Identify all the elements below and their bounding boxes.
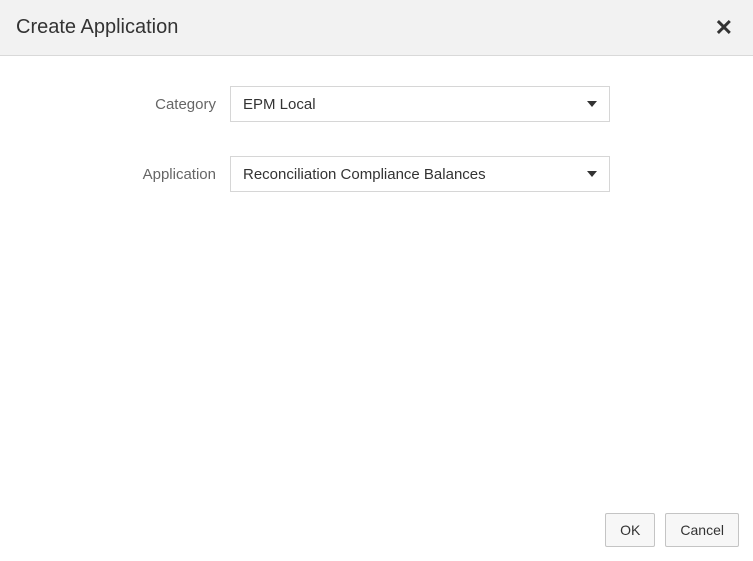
dialog-header: Create Application ✕: [0, 0, 753, 56]
cancel-button[interactable]: Cancel: [665, 513, 739, 547]
chevron-down-icon: [587, 171, 597, 177]
category-value: EPM Local: [243, 96, 316, 113]
dialog-title: Create Application: [16, 16, 178, 39]
application-control-wrap: Reconciliation Compliance Balances: [230, 156, 610, 192]
dialog-footer: OK Cancel: [0, 499, 753, 561]
application-label: Application: [20, 166, 230, 183]
ok-button[interactable]: OK: [605, 513, 655, 547]
create-application-dialog: Create Application ✕ Category EPM Local …: [0, 0, 753, 561]
close-icon[interactable]: ✕: [711, 17, 737, 39]
dialog-body: Category EPM Local Application Reconcili…: [0, 56, 753, 499]
category-row: Category EPM Local: [20, 86, 733, 122]
chevron-down-icon: [587, 101, 597, 107]
category-select[interactable]: EPM Local: [230, 86, 610, 122]
application-select[interactable]: Reconciliation Compliance Balances: [230, 156, 610, 192]
application-value: Reconciliation Compliance Balances: [243, 166, 486, 183]
category-control-wrap: EPM Local: [230, 86, 610, 122]
application-row: Application Reconciliation Compliance Ba…: [20, 156, 733, 192]
category-label: Category: [20, 96, 230, 113]
